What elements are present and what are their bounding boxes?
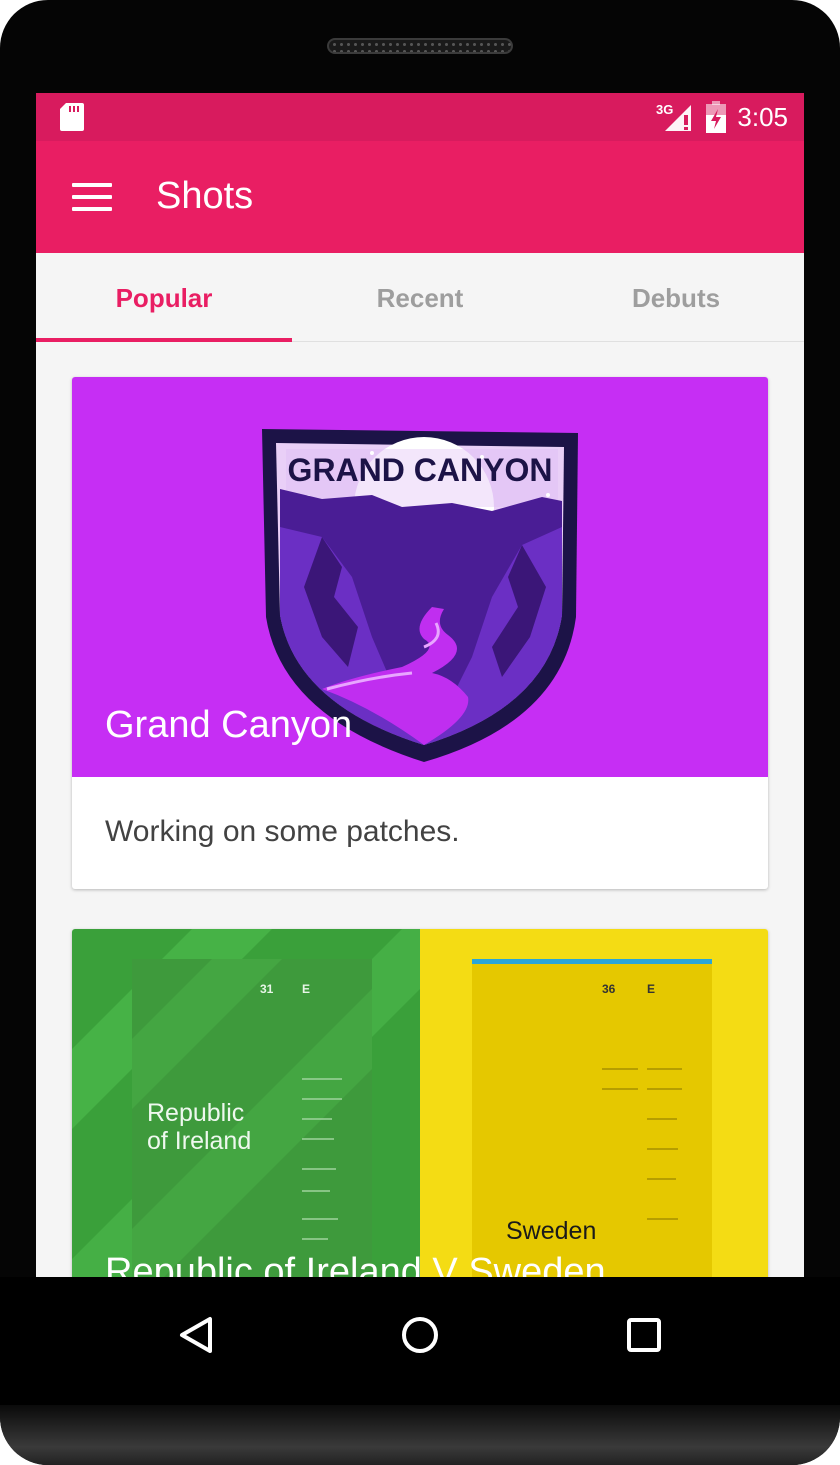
badge-text: GRAND CANYON xyxy=(288,452,553,488)
device-chin xyxy=(0,1405,840,1465)
svg-text:3G: 3G xyxy=(656,102,673,117)
navigation-bar xyxy=(0,1277,840,1405)
poster-number: 31 xyxy=(260,982,274,996)
shot-image[interactable]: 31 E Republic of Ireland 36 E Sweden Rep… xyxy=(72,929,768,1277)
status-clock: 3:05 xyxy=(737,101,788,132)
menu-icon[interactable] xyxy=(72,183,112,211)
shot-image[interactable]: GRAND CANYON Grand Canyon xyxy=(72,377,768,777)
shots-feed[interactable]: GRAND CANYON Grand Canyon Working on som… xyxy=(36,342,804,1277)
tab-debuts[interactable]: Debuts xyxy=(548,253,804,341)
tab-recent[interactable]: Recent xyxy=(292,253,548,341)
poster-title-line2: of Ireland xyxy=(147,1127,251,1155)
poster-letter: E xyxy=(302,982,310,996)
shot-title: Republic of Ireland V Sweden xyxy=(105,1251,606,1277)
shot-description: Working on some patches. xyxy=(105,815,460,848)
speaker-grille xyxy=(327,38,513,54)
shot-card[interactable]: GRAND CANYON Grand Canyon Working on som… xyxy=(72,377,768,889)
battery-charging-icon xyxy=(706,101,727,133)
tab-popular[interactable]: Popular xyxy=(36,253,292,342)
back-icon[interactable] xyxy=(166,1305,226,1365)
app-title: Shots xyxy=(156,175,254,217)
status-icons: 3G 3:05 xyxy=(655,93,788,141)
tab-bar: Popular Recent Debuts xyxy=(36,253,804,342)
sd-card-icon xyxy=(60,103,84,131)
recents-icon[interactable] xyxy=(614,1305,674,1365)
poster-letter: E xyxy=(647,982,655,996)
signal-3g-icon: 3G xyxy=(656,102,692,131)
screen: 3G 3:05 Shots Popular Recent Debuts GRAN… xyxy=(36,93,804,1277)
device-frame: 3G 3:05 Shots Popular Recent Debuts GRAN… xyxy=(0,0,840,1465)
shot-title: Grand Canyon xyxy=(105,704,353,746)
poster-number: 36 xyxy=(602,982,616,996)
poster-title-line1: Republic xyxy=(147,1099,244,1127)
ireland-sweden-posters-illustration: 31 E Republic of Ireland 36 E Sweden xyxy=(72,929,768,1277)
shot-card[interactable]: 31 E Republic of Ireland 36 E Sweden Rep… xyxy=(72,929,768,1277)
home-icon[interactable] xyxy=(390,1305,450,1365)
status-bar: 3G 3:05 xyxy=(36,93,804,141)
poster-title: Sweden xyxy=(506,1217,596,1245)
app-bar: Shots xyxy=(36,141,804,253)
